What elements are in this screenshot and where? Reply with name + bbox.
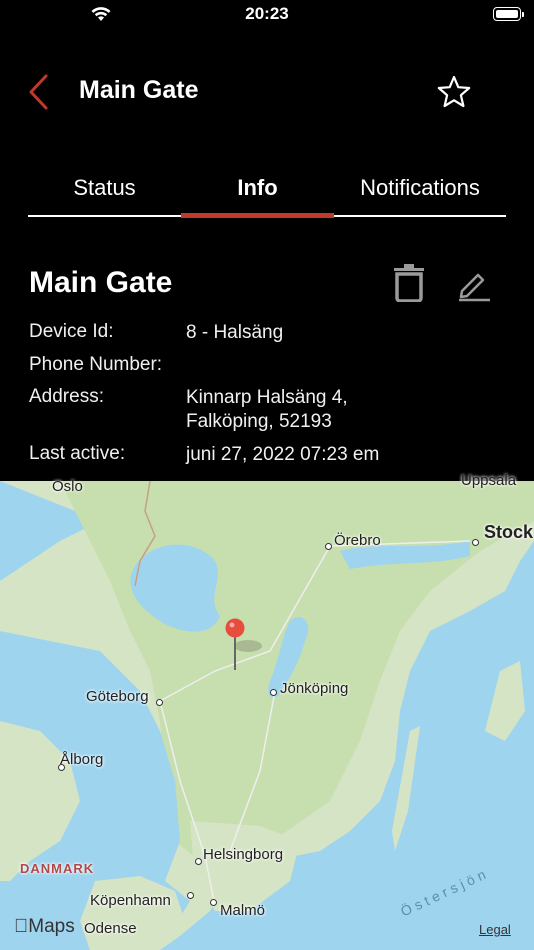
map-dot-helsingborg: [195, 858, 202, 865]
map-dot-stockholm: [472, 539, 479, 546]
map-dot-kopenhamn: [187, 892, 194, 899]
edit-pencil-icon[interactable]: [456, 266, 492, 302]
last-active-label: Last active:: [29, 443, 126, 464]
map-label-oslo: Oslo: [52, 478, 83, 495]
status-time: 20:23: [245, 4, 289, 23]
tab-notifications[interactable]: Notifications: [334, 165, 506, 217]
device-id-label: Device Id:: [29, 321, 114, 342]
map-label-helsingborg: Helsingborg: [203, 846, 284, 863]
address-value: Kinnarp Halsäng 4, Falköping, 52193: [186, 387, 348, 432]
device-id-value: 8 - Halsäng: [186, 322, 284, 343]
tab-bar: Status Info Notifications: [28, 165, 506, 220]
tab-status[interactable]: Status: [28, 165, 181, 217]
map-dot-goteborg: [156, 699, 163, 706]
map-label-orebro: Örebro: [334, 532, 381, 549]
tab-active-indicator: [181, 213, 334, 218]
trash-icon[interactable]: [393, 264, 425, 302]
map-label-kopenhamn: Köpenhamn: [90, 892, 171, 909]
map-label-uppsala: Uppsala: [461, 472, 517, 489]
map-dot-alborg: [58, 764, 65, 771]
map-label-stockholm: Stock: [484, 522, 534, 542]
nav-title: Main Gate: [79, 76, 199, 104]
map-label-odense: Odense: [84, 920, 137, 937]
map-label-alborg: Ålborg: [60, 751, 104, 768]
maps-logo-text: Maps: [14, 916, 74, 937]
apple-maps-logo: Maps: [14, 916, 75, 938]
map-dot-jonkoping: [270, 689, 277, 696]
nav-bar: Main Gate: [0, 60, 534, 120]
legal-link[interactable]: Legal: [479, 922, 511, 937]
favorite-star-icon[interactable]: [436, 74, 472, 110]
map-dot-malmo: [210, 899, 217, 906]
map-label-jonkoping: Jönköping: [280, 680, 349, 697]
map-dot-orebro: [325, 543, 332, 550]
tab-info[interactable]: Info: [181, 165, 334, 217]
map-label-goteborg: Göteborg: [86, 688, 149, 705]
device-title: Main Gate: [29, 266, 173, 299]
battery-icon: [493, 7, 524, 21]
address-label: Address:: [29, 386, 104, 407]
map-label-malmo: Malmö: [220, 902, 266, 919]
back-chevron-icon[interactable]: [28, 74, 50, 110]
status-bar: 20:23: [0, 0, 534, 30]
map-pin-icon[interactable]: [224, 618, 264, 676]
phone-number-label: Phone Number:: [29, 354, 163, 375]
map-label-danmark: DANMARK: [20, 861, 95, 876]
last-active-value: juni 27, 2022 07:23 em: [186, 444, 380, 465]
